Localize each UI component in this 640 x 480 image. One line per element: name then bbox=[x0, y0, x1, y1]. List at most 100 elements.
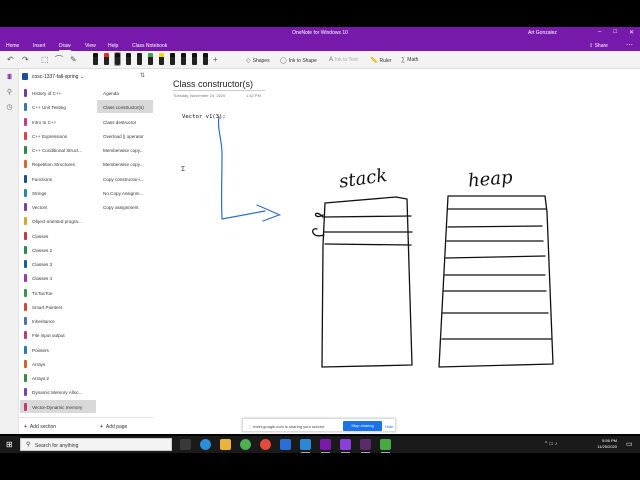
taskbar-search[interactable]: ⚲ Search for anything bbox=[20, 438, 172, 451]
pen-4[interactable] bbox=[126, 53, 131, 65]
section-label: Classes bbox=[32, 233, 49, 239]
section-item[interactable]: Vector-Dynamic memory bbox=[20, 399, 96, 413]
section-item[interactable]: Functions bbox=[20, 172, 96, 185]
section-item[interactable]: C++ Conditional Struct... bbox=[20, 143, 96, 156]
add-page-button[interactable]: + Add page bbox=[100, 424, 127, 430]
section-item[interactable]: Classes bbox=[20, 229, 96, 242]
section-item[interactable]: Classes 3 bbox=[20, 257, 96, 270]
more-options-button[interactable]: ⋯ bbox=[626, 41, 633, 49]
page-item[interactable]: No Copy Assignm... bbox=[97, 186, 153, 199]
pen-10[interactable] bbox=[192, 53, 197, 65]
hide-button[interactable]: Hide bbox=[385, 424, 393, 429]
select-objects-icon[interactable]: ⬚ bbox=[41, 55, 49, 64]
task-view-icon[interactable] bbox=[180, 439, 191, 450]
ink-to-text-icon: A bbox=[329, 57, 334, 63]
close-button[interactable]: ✕ bbox=[629, 29, 634, 36]
section-label: Strings bbox=[32, 190, 47, 196]
section-item[interactable]: C++ Expressions bbox=[20, 129, 96, 142]
page-item[interactable]: Class constructor(s) bbox=[97, 100, 153, 114]
section-item[interactable]: Classes 2 bbox=[20, 243, 96, 256]
pen-11[interactable] bbox=[203, 53, 208, 65]
pen-2[interactable] bbox=[104, 53, 109, 65]
pen-3[interactable] bbox=[114, 52, 121, 66]
section-item[interactable]: Dynamic Memory Alloc... bbox=[20, 385, 96, 398]
recent-icon[interactable]: ◷ bbox=[5, 103, 14, 112]
section-item[interactable]: Intro to C++ bbox=[20, 115, 96, 128]
system-tray-icons[interactable]: ^ ▭ ♪ bbox=[545, 441, 557, 447]
section-color-tab bbox=[24, 203, 27, 211]
pen-9[interactable] bbox=[181, 53, 186, 65]
windows-start-icon[interactable]: ⊞ bbox=[6, 440, 15, 449]
tab-draw[interactable]: Draw bbox=[59, 43, 71, 51]
section-item[interactable]: History of C++ bbox=[20, 86, 96, 99]
page-canvas[interactable]: Class constructor(s) Tuesday, November 2… bbox=[153, 69, 640, 434]
section-item[interactable]: TicTacToe bbox=[20, 286, 96, 299]
visual-studio-icon[interactable] bbox=[340, 439, 351, 453]
camtasia-icon[interactable] bbox=[380, 439, 391, 453]
pen-1[interactable] bbox=[93, 53, 98, 65]
pen-7[interactable] bbox=[159, 53, 164, 65]
lasso-select-icon[interactable]: ⌒ bbox=[55, 55, 63, 64]
clock[interactable]: 5:56 PM 11/25/2020 bbox=[560, 438, 617, 450]
section-item[interactable]: Inheritance bbox=[20, 314, 96, 327]
add-section-button[interactable]: + Add section bbox=[24, 424, 56, 430]
section-item[interactable]: File input output bbox=[20, 328, 96, 341]
onenote-icon[interactable] bbox=[320, 439, 331, 453]
section-item[interactable]: Pointers bbox=[20, 343, 96, 356]
section-item[interactable]: Arrays bbox=[20, 357, 96, 370]
notebook-switcher[interactable]: cosc-1337-fall-spring ⌄ bbox=[32, 74, 84, 80]
tab-home[interactable]: Home bbox=[6, 43, 19, 49]
slack-icon[interactable] bbox=[360, 439, 371, 453]
add-pen-icon[interactable]: + bbox=[213, 55, 218, 64]
pen-6[interactable] bbox=[148, 53, 153, 65]
section-item[interactable]: Vectors bbox=[20, 200, 96, 213]
shapes-button[interactable]: ◇ Shapes bbox=[246, 57, 270, 64]
ruler-button[interactable]: 📏 Ruler bbox=[370, 57, 391, 64]
redo-icon[interactable]: ↷ bbox=[22, 55, 29, 64]
eraser-icon[interactable]: ✎ bbox=[70, 55, 77, 64]
undo-icon[interactable]: ↶ bbox=[7, 55, 14, 64]
tab-view[interactable]: View bbox=[85, 43, 96, 49]
tab-insert[interactable]: Insert bbox=[33, 43, 46, 49]
section-item[interactable]: Arrays 2 bbox=[20, 371, 96, 384]
page-item[interactable]: Copy constructor-i... bbox=[97, 172, 153, 185]
search-icon[interactable]: ⚲ bbox=[5, 88, 14, 97]
section-item[interactable]: Smart Pointers bbox=[20, 300, 96, 313]
minimize-button[interactable]: – bbox=[598, 29, 601, 36]
navigation-pane: Ⅲ ⚲ ◷ cosc-1337-fall-spring ⌄ ⇅ History … bbox=[0, 69, 153, 434]
pen-8[interactable] bbox=[170, 53, 175, 65]
file-explorer-icon[interactable] bbox=[220, 439, 231, 450]
maximize-button[interactable]: □ bbox=[613, 29, 617, 36]
math-button[interactable]: ∑ Math bbox=[401, 57, 418, 63]
page-item[interactable]: Overload || operator bbox=[97, 129, 153, 142]
ink-to-text-button[interactable]: A Ink to Text bbox=[329, 57, 358, 63]
pen-5[interactable] bbox=[137, 53, 142, 65]
section-label: Intro to C++ bbox=[32, 119, 57, 125]
mail-icon[interactable] bbox=[280, 439, 291, 450]
section-color-tab bbox=[24, 174, 27, 183]
page-item[interactable]: Memberwise copy... bbox=[97, 157, 153, 170]
notebooks-icon[interactable]: Ⅲ bbox=[5, 73, 14, 82]
section-item[interactable]: Object-oriented progra... bbox=[20, 214, 96, 227]
user-name[interactable]: Art Gonzalez bbox=[528, 30, 557, 36]
tab-help[interactable]: Help bbox=[108, 43, 118, 49]
edge-icon[interactable] bbox=[200, 439, 211, 450]
chrome-icon[interactable] bbox=[240, 439, 251, 450]
visual-studio-code-icon[interactable] bbox=[300, 439, 311, 453]
stop-sharing-button[interactable]: Stop sharing bbox=[343, 421, 382, 431]
page-item[interactable]: Agenda bbox=[97, 86, 153, 99]
ink-drawing[interactable]: stack heap bbox=[153, 69, 640, 434]
share-button[interactable]: ⇪ Share bbox=[589, 43, 608, 49]
page-item[interactable]: Class destructor bbox=[97, 115, 153, 128]
section-item[interactable]: Classes 4 bbox=[20, 271, 96, 284]
page-item[interactable]: Memberwise copy... bbox=[97, 143, 153, 156]
section-item[interactable]: Repetition Structures bbox=[20, 157, 96, 170]
ink-to-shape-button[interactable]: ◯ Ink to Shape bbox=[280, 57, 317, 64]
notifications-icon[interactable]: ▭ bbox=[626, 440, 633, 448]
chrome-2-icon[interactable] bbox=[260, 439, 271, 450]
tab-class-notebook[interactable]: Class Notebook bbox=[132, 43, 167, 49]
sort-icon[interactable]: ⇅ bbox=[140, 72, 145, 79]
page-item[interactable]: Copy assignment bbox=[97, 200, 153, 213]
section-item[interactable]: C++ Unit Testing bbox=[20, 100, 96, 113]
section-item[interactable]: Strings bbox=[20, 186, 96, 199]
